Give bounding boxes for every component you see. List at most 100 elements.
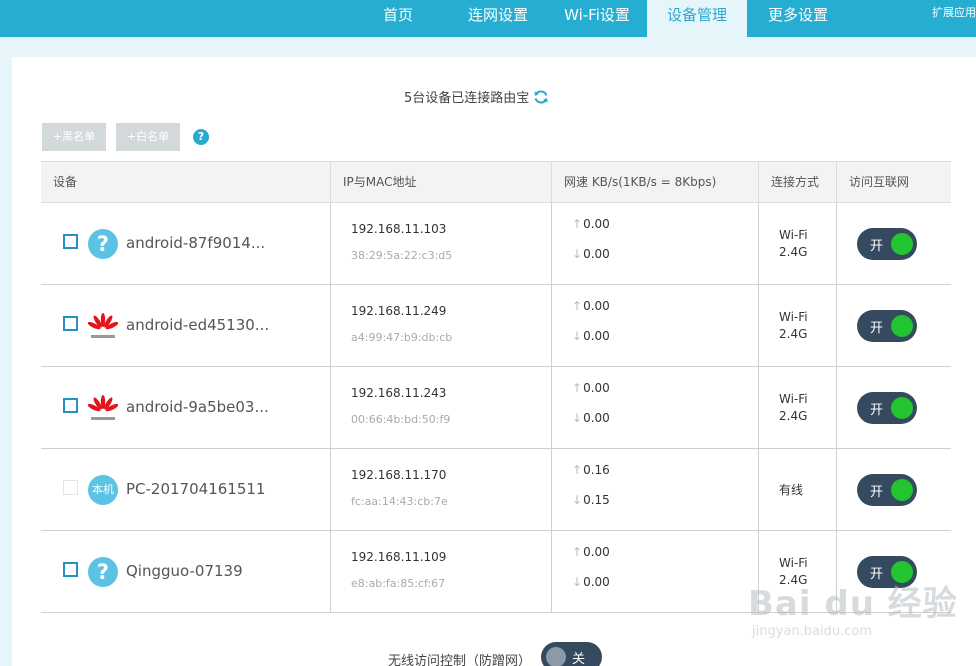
device-cell: 本机 PC-201704161511 bbox=[41, 449, 330, 530]
baidu-watermark: Bai du 经验 jingyan.baidu.com bbox=[748, 556, 968, 656]
ip-address: 192.168.11.109 bbox=[351, 550, 447, 564]
nav-extensions[interactable]: 扩展应用 bbox=[932, 4, 976, 20]
upload-speed-value: 0.00 bbox=[583, 381, 610, 395]
table-header: 设备 IP与MAC地址 网速 KB/s(1KB/s = 8Kbps) 连接方式 … bbox=[41, 161, 951, 203]
download-speed-value: 0.15 bbox=[583, 493, 610, 507]
arrow-down-icon: ↓ bbox=[572, 493, 583, 507]
top-nav-bar: 首页 连网设置 Wi-Fi设置 设备管理 更多设置 扩展应用 bbox=[0, 0, 976, 37]
huawei-logo-icon bbox=[88, 395, 118, 420]
address-cell: 192.168.11.249 a4:99:47:b9:db:cb bbox=[330, 285, 551, 366]
download-speed-value: 0.00 bbox=[583, 247, 610, 261]
device-cell: ? android-87f9014... bbox=[41, 203, 330, 284]
toggle-label: 开 bbox=[870, 485, 884, 500]
help-icon[interactable]: ? bbox=[193, 129, 209, 145]
access-cell: 开 bbox=[836, 285, 951, 366]
upload-speed: ↑0.00 bbox=[572, 299, 610, 313]
connection-type: 有线 bbox=[779, 483, 804, 497]
device-cell: ? Qingguo-07139 bbox=[41, 531, 330, 612]
speed-cell: ↑0.00 ↓0.00 bbox=[551, 367, 758, 448]
address-cell: 192.168.11.103 38:29:5a:22:c3:d5 bbox=[330, 203, 551, 284]
upload-speed-value: 0.00 bbox=[583, 217, 610, 231]
ip-address: 192.168.11.103 bbox=[351, 222, 447, 236]
mac-address: a4:99:47:b9:db:cb bbox=[351, 331, 453, 344]
address-cell: 192.168.11.243 00:66:4b:bd:50:f9 bbox=[330, 367, 551, 448]
download-speed: ↓0.00 bbox=[572, 411, 610, 425]
device-checkbox[interactable] bbox=[63, 398, 78, 413]
internet-access-toggle[interactable]: 开 bbox=[857, 392, 917, 424]
arrow-up-icon: ↑ bbox=[572, 545, 583, 559]
download-speed-value: 0.00 bbox=[583, 575, 610, 589]
device-name: android-ed45130... bbox=[126, 316, 270, 334]
refresh-icon[interactable] bbox=[533, 89, 549, 105]
table-row: android-ed45130... 192.168.11.249 a4:99:… bbox=[41, 285, 951, 367]
download-speed-value: 0.00 bbox=[583, 411, 610, 425]
arrow-up-icon: ↑ bbox=[572, 217, 583, 231]
connection-cell: 有线 bbox=[758, 449, 836, 530]
connection-cell: Wi-Fi 2.4G bbox=[758, 203, 836, 284]
device-checkbox-disabled bbox=[63, 480, 78, 495]
connection-type: Wi-Fi 2.4G bbox=[779, 310, 808, 341]
mac-address: fc:aa:14:43:cb:7e bbox=[351, 495, 448, 508]
nav-wifi-settings[interactable]: Wi-Fi设置 bbox=[548, 0, 646, 37]
device-checkbox[interactable] bbox=[63, 562, 78, 577]
internet-access-toggle[interactable]: 开 bbox=[857, 474, 917, 506]
device-name: android-87f9014... bbox=[126, 234, 266, 252]
nav-more-settings[interactable]: 更多设置 bbox=[750, 0, 846, 37]
arrow-up-icon: ↑ bbox=[572, 299, 583, 313]
ip-address: 192.168.11.170 bbox=[351, 468, 447, 482]
speed-cell: ↑0.00 ↓0.00 bbox=[551, 203, 758, 284]
device-name: PC-201704161511 bbox=[126, 480, 266, 498]
mac-address: e8:ab:fa:85:cf:67 bbox=[351, 577, 446, 590]
connected-summary: 5台设备已连接路由宝 bbox=[404, 87, 549, 106]
toggle-knob bbox=[891, 233, 913, 255]
speed-cell: ↑0.00 ↓ 0.00 bbox=[551, 285, 758, 366]
toggle-knob bbox=[891, 397, 913, 419]
add-whitelist-button[interactable]: +白名单 bbox=[116, 123, 180, 151]
mac-address: 38:29:5a:22:c3:d5 bbox=[351, 249, 453, 262]
nav-network-settings[interactable]: 连网设置 bbox=[451, 0, 545, 37]
speed-cell: ↑0.16 ↓0.15 bbox=[551, 449, 758, 530]
table-row: ? android-87f9014... 192.168.11.103 38:2… bbox=[41, 203, 951, 285]
upload-speed-value: 0.00 bbox=[583, 545, 610, 559]
ip-address: 192.168.11.249 bbox=[351, 304, 447, 318]
internet-access-toggle[interactable]: 开 bbox=[857, 310, 917, 342]
nav-home[interactable]: 首页 bbox=[355, 0, 441, 37]
device-checkbox[interactable] bbox=[63, 316, 78, 331]
ip-address: 192.168.11.243 bbox=[351, 386, 447, 400]
toggle-knob bbox=[891, 479, 913, 501]
connection-type: Wi-Fi 2.4G bbox=[779, 228, 808, 259]
huawei-logo-icon bbox=[88, 313, 118, 338]
toggle-knob bbox=[546, 647, 566, 666]
upload-speed-value: 0.00 bbox=[583, 299, 610, 313]
wireless-access-control-toggle[interactable]: 关 bbox=[541, 642, 602, 666]
upload-speed: ↑0.00 bbox=[572, 381, 610, 395]
download-speed: ↓0.00 bbox=[572, 575, 610, 589]
question-icon: ? bbox=[88, 557, 118, 587]
header-device: 设备 bbox=[53, 175, 78, 189]
device-cell: android-9a5be03... bbox=[41, 367, 330, 448]
arrow-up-icon: ↑ bbox=[572, 463, 583, 477]
internet-access-toggle[interactable]: 开 bbox=[857, 228, 917, 260]
arrow-down-icon: ↓ bbox=[572, 329, 583, 343]
toggle-label: 开 bbox=[870, 403, 884, 418]
watermark-main: Bai du 经验 bbox=[748, 584, 958, 624]
toggle-label: 关 bbox=[572, 652, 586, 666]
nav-device-management[interactable]: 设备管理 bbox=[647, 0, 747, 37]
address-cell: 192.168.11.170 fc:aa:14:43:cb:7e bbox=[330, 449, 551, 530]
toggle-label: 开 bbox=[870, 321, 884, 336]
table-row: android-9a5be03... 192.168.11.243 00:66:… bbox=[41, 367, 951, 449]
watermark-sub: jingyan.baidu.com bbox=[752, 624, 872, 639]
header-connection: 连接方式 bbox=[758, 162, 836, 203]
upload-speed: ↑0.00 bbox=[572, 545, 610, 559]
device-name: android-9a5be03... bbox=[126, 398, 269, 416]
header-internet-access: 访问互联网 bbox=[836, 162, 951, 203]
download-speed: ↓0.00 bbox=[572, 247, 610, 261]
wireless-access-control-label: 无线访问控制（防蹭网） bbox=[388, 654, 532, 666]
access-cell: 开 bbox=[836, 203, 951, 284]
header-speed: 网速 KB/s(1KB/s = 8Kbps) bbox=[551, 162, 758, 203]
question-icon: ? bbox=[88, 229, 118, 259]
download-speed: ↓0.15 bbox=[572, 493, 610, 507]
device-checkbox[interactable] bbox=[63, 234, 78, 249]
arrow-down-icon: ↓ bbox=[572, 411, 583, 425]
add-blacklist-button[interactable]: +黑名单 bbox=[42, 123, 106, 151]
